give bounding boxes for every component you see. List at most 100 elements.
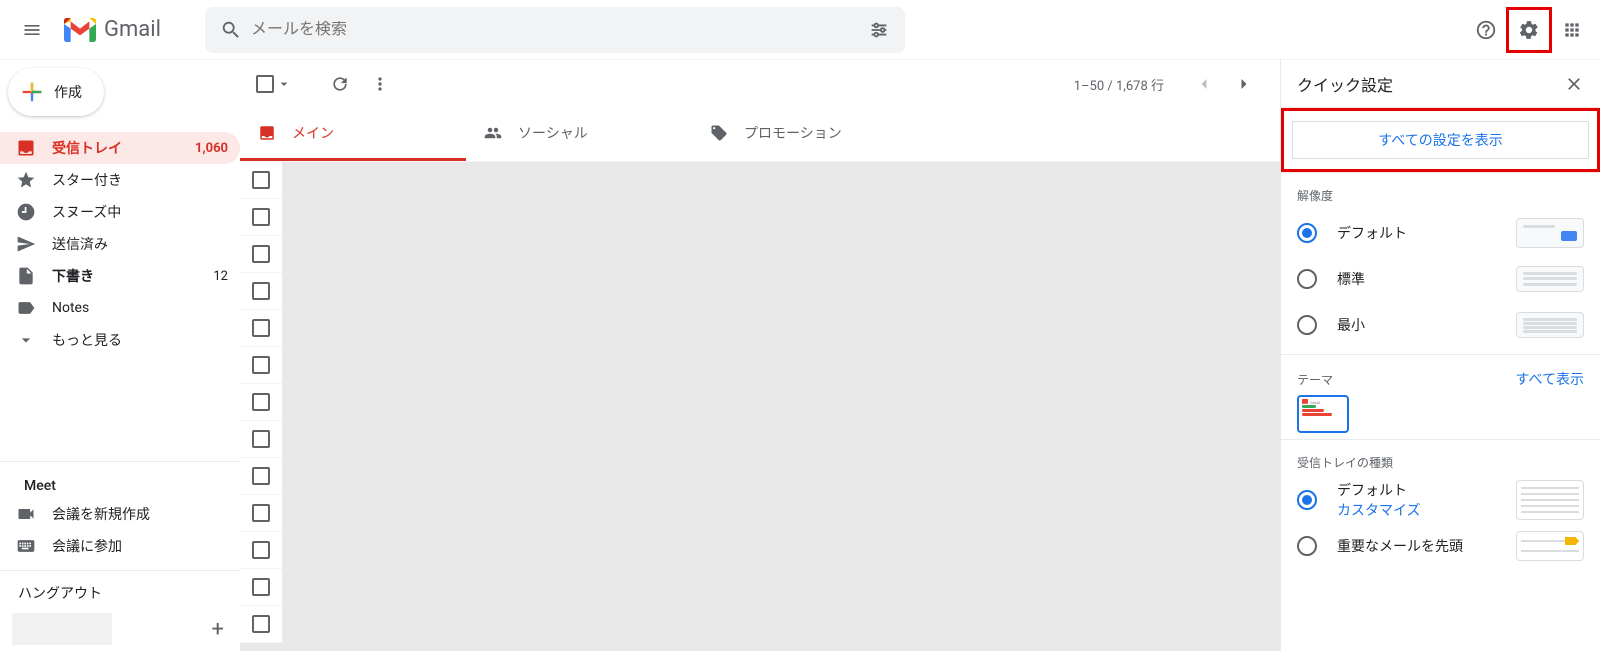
star-icon (0, 170, 52, 190)
nav-notes[interactable]: Notes (0, 292, 240, 324)
density-compact[interactable]: 最小 (1297, 302, 1584, 348)
next-page[interactable] (1224, 64, 1264, 104)
inbox-thumb-default (1516, 480, 1584, 520)
message-row[interactable] (240, 532, 1280, 569)
message-row[interactable] (240, 421, 1280, 458)
nav-starred[interactable]: スター付き (0, 164, 240, 196)
quick-settings-panel: クイック設定 すべての設定を表示 解像度 デフォルト 標準 (1280, 60, 1600, 651)
density-thumb-comfortable (1516, 266, 1584, 292)
message-row[interactable] (240, 236, 1280, 273)
label-icon (0, 298, 52, 318)
inbox-type-title: 受信トレイの種類 (1297, 454, 1584, 471)
theme-title: テーマ (1297, 371, 1516, 388)
gmail-wordmark: Gmail (104, 17, 161, 42)
density-title: 解像度 (1297, 187, 1584, 204)
radio-button[interactable] (1297, 315, 1317, 335)
row-checkbox[interactable] (252, 393, 270, 411)
more-button[interactable] (360, 64, 400, 104)
theme-view-all[interactable]: すべて表示 (1516, 369, 1584, 389)
chevron-down-icon[interactable] (276, 76, 292, 92)
radio-button[interactable] (1297, 269, 1317, 289)
inbox-icon (258, 124, 276, 142)
select-all-checkbox[interactable] (256, 75, 274, 93)
row-checkbox[interactable] (252, 356, 270, 374)
message-row[interactable] (240, 569, 1280, 606)
inbox-type-default[interactable]: デフォルト カスタマイズ (1297, 477, 1584, 523)
row-checkbox[interactable] (252, 504, 270, 522)
refresh-button[interactable] (320, 64, 360, 104)
message-row[interactable] (240, 162, 1280, 199)
message-row[interactable] (240, 495, 1280, 532)
row-checkbox[interactable] (252, 615, 270, 633)
inbox-icon (0, 138, 52, 158)
message-row[interactable] (240, 606, 1280, 643)
hangouts-new[interactable]: + (212, 617, 224, 642)
search-input[interactable] (251, 21, 859, 39)
see-all-settings-button[interactable]: すべての設定を表示 (1292, 121, 1589, 159)
search-options-icon[interactable] (859, 10, 899, 50)
theme-option[interactable]: Gmail (1297, 395, 1349, 433)
radio-button[interactable] (1297, 490, 1317, 510)
nav-sent[interactable]: 送信済み (0, 228, 240, 260)
hangouts-section-label: ハングアウト (0, 571, 240, 607)
sidebar: 作成 受信トレイ 1,060 スター付き スヌーズ中 送信済み 下書 (0, 60, 240, 651)
send-icon (0, 234, 52, 254)
tab-social[interactable]: ソーシャル (466, 108, 692, 161)
pagination-info: 1–50 / 1,678 行 (1074, 75, 1164, 94)
apps-button[interactable] (1552, 10, 1592, 50)
prev-page[interactable] (1184, 64, 1224, 104)
message-row[interactable] (240, 199, 1280, 236)
nav-inbox[interactable]: 受信トレイ 1,060 (0, 132, 240, 164)
message-list (240, 162, 1280, 651)
meet-new[interactable]: 会議を新規作成 (0, 498, 240, 530)
close-settings[interactable] (1564, 74, 1584, 94)
row-checkbox[interactable] (252, 282, 270, 300)
chevron-left-icon (1194, 74, 1214, 94)
help-button[interactable] (1466, 10, 1506, 50)
inbox-type-important[interactable]: 重要なメールを先頭 (1297, 523, 1584, 569)
density-comfortable[interactable]: 標準 (1297, 256, 1584, 302)
message-row[interactable] (240, 458, 1280, 495)
more-vert-icon (370, 74, 390, 94)
row-checkbox[interactable] (252, 467, 270, 485)
tab-promotions[interactable]: プロモーション (692, 108, 918, 161)
inbox-thumb-important (1516, 531, 1584, 561)
hamburger-icon (22, 20, 42, 40)
row-checkbox[interactable] (252, 541, 270, 559)
nav-more[interactable]: もっと見る (0, 324, 240, 356)
nav-drafts[interactable]: 下書き 12 (0, 260, 240, 292)
row-checkbox[interactable] (252, 245, 270, 263)
compose-label: 作成 (54, 82, 82, 102)
radio-button[interactable] (1297, 536, 1317, 556)
settings-button[interactable] (1506, 7, 1552, 53)
meet-join[interactable]: 会議に参加 (0, 530, 240, 562)
row-checkbox[interactable] (252, 171, 270, 189)
hangouts-avatar[interactable] (12, 613, 112, 645)
category-tabs: メイン ソーシャル プロモーション (240, 108, 1280, 162)
gmail-icon (64, 18, 96, 42)
tab-primary[interactable]: メイン (240, 108, 466, 161)
tag-icon (710, 124, 728, 142)
row-checkbox[interactable] (252, 208, 270, 226)
row-checkbox[interactable] (252, 430, 270, 448)
radio-button[interactable] (1297, 223, 1317, 243)
search-bar[interactable] (205, 7, 905, 53)
people-icon (484, 124, 502, 142)
search-icon[interactable] (211, 10, 251, 50)
message-row[interactable] (240, 310, 1280, 347)
density-default[interactable]: デフォルト (1297, 210, 1584, 256)
meet-section-label: Meet (0, 462, 240, 498)
chevron-right-icon (1234, 74, 1254, 94)
compose-button[interactable]: 作成 (8, 68, 104, 116)
row-checkbox[interactable] (252, 319, 270, 337)
gmail-logo[interactable]: Gmail (56, 17, 169, 42)
video-icon (0, 504, 52, 524)
message-row[interactable] (240, 384, 1280, 421)
message-row[interactable] (240, 347, 1280, 384)
row-checkbox[interactable] (252, 578, 270, 596)
main-menu-button[interactable] (8, 6, 56, 54)
message-row[interactable] (240, 273, 1280, 310)
inbox-customize-link[interactable]: カスタマイズ (1337, 500, 1516, 520)
nav-snoozed[interactable]: スヌーズ中 (0, 196, 240, 228)
select-all[interactable] (256, 75, 292, 93)
